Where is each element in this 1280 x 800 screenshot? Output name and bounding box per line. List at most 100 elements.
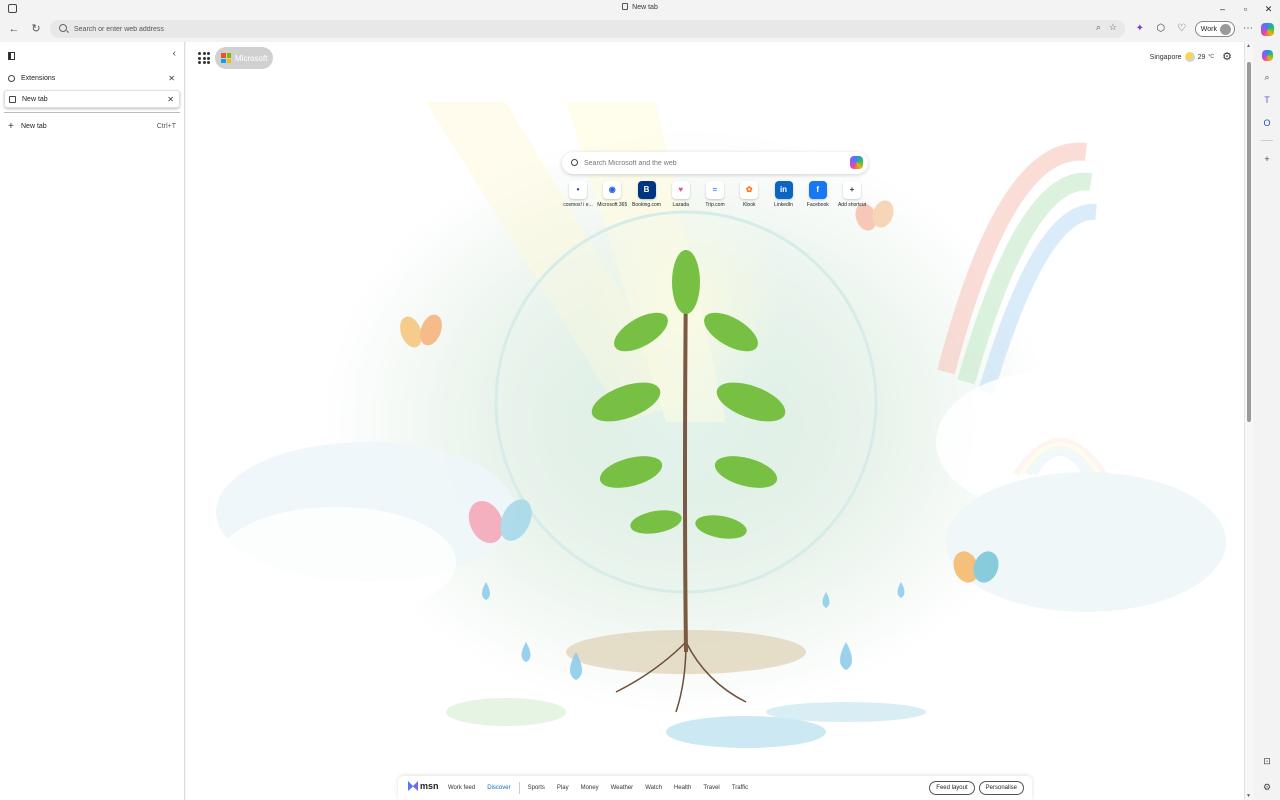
msn-nav-item[interactable]: Travel (697, 785, 725, 791)
close-window-button[interactable]: ✕ (1257, 0, 1280, 18)
scroll-up-arrow-icon[interactable]: ▲ (1246, 43, 1251, 49)
search-icon[interactable]: ⌕ (1260, 70, 1274, 84)
quick-link-tile[interactable]: B Booking.com (631, 181, 663, 208)
back-button[interactable]: ← (6, 21, 22, 37)
teams-icon[interactable]: T (1260, 93, 1274, 107)
feed-layout-button[interactable]: Feed layout (929, 781, 975, 795)
quick-link-label: Trip.com (705, 202, 725, 208)
restore-button[interactable]: ▫ (1234, 0, 1257, 18)
plus-icon: + (8, 121, 14, 132)
msn-nav-item[interactable]: Health (668, 785, 697, 791)
page-icon (9, 96, 16, 103)
window-controls: – ▫ ✕ (1211, 0, 1280, 18)
copilot-icon[interactable] (1261, 22, 1274, 36)
msn-logo[interactable]: msn (408, 781, 439, 791)
msn-nav-item[interactable]: Weather (605, 785, 640, 791)
web-search-input[interactable] (584, 156, 834, 170)
collapse-panel-icon[interactable]: ‹ (173, 48, 176, 59)
weather-widget[interactable]: Singapore 29 °C (1150, 52, 1214, 62)
extensions-icon[interactable]: ⬡ (1153, 21, 1169, 37)
scroll-down-arrow-icon[interactable]: ▼ (1246, 793, 1251, 799)
copilot-icon[interactable] (1260, 50, 1274, 64)
msn-butterfly-icon (408, 781, 418, 791)
extensions-icon (8, 75, 15, 82)
sidebar-tab-new-tab[interactable]: New tab ✕ (4, 90, 180, 108)
shortcut-hint: Ctrl+T (156, 123, 176, 130)
quick-link-label: Lazada (672, 202, 689, 208)
quick-link-icon: ◉ (603, 181, 622, 199)
sidebar-settings-gear-icon[interactable]: ⚙ (1260, 780, 1274, 794)
msn-nav-item[interactable]: Watch (639, 785, 668, 791)
quick-link-icon: + (843, 181, 861, 199)
vertical-tabs-panel: ‹ Extensions ✕ New tab ✕ + New tab Ctrl+… (0, 42, 185, 800)
title-bar: New tab – ▫ ✕ (0, 0, 1280, 18)
quick-link-tile[interactable]: + Add shortcut (836, 181, 868, 208)
quick-links: • cosmos! i e... ◉ Microsoft 365 B Booking.co… (562, 181, 868, 208)
quick-link-tile[interactable]: ≈ Trip.com (699, 181, 731, 208)
quick-link-icon: ✿ (740, 181, 759, 199)
msn-nav-item[interactable]: Play (551, 785, 575, 791)
more-menu-icon[interactable]: ⋯ (1240, 21, 1256, 37)
new-tab-button[interactable]: + New tab Ctrl+T (4, 119, 180, 135)
quick-link-icon: • (569, 181, 587, 199)
weather-icon (1184, 52, 1195, 62)
quick-link-icon: B (637, 181, 656, 199)
msn-nav-item[interactable]: Money (575, 785, 605, 791)
msn-nav-item[interactable]: Traffic (726, 785, 754, 791)
outlook-icon[interactable]: O (1260, 116, 1274, 130)
quick-link-label: Facebook (806, 202, 829, 208)
msn-nav-item[interactable]: Discover (481, 785, 516, 791)
divider (1261, 140, 1273, 141)
extension-puzzle-icon[interactable]: ✦ (1132, 21, 1148, 37)
minimize-button[interactable]: – (1211, 0, 1234, 18)
quick-link-label: cosmos! i e... (563, 202, 593, 208)
app-launcher-icon[interactable] (198, 52, 210, 64)
sidebar-header: ‹ (0, 42, 184, 68)
quick-link-tile[interactable]: ◉ Microsoft 365 (596, 181, 628, 208)
page-scrollbar[interactable]: ▲ ▼ (1244, 42, 1253, 800)
new-tab-page: Microsoft Singapore 29°C ⚙ • cosmos! i e.… (186, 42, 1244, 800)
quick-link-tile[interactable]: f Facebook (802, 181, 834, 208)
msn-nav-item[interactable]: Sports (522, 785, 551, 791)
page-icon (622, 3, 629, 10)
add-app-plus-icon[interactable]: + (1260, 152, 1274, 166)
quick-link-tile[interactable]: • cosmos! i e... (562, 181, 594, 208)
favorite-star-icon[interactable]: ☆ (1109, 22, 1117, 33)
quick-link-icon: ≈ (706, 181, 724, 199)
search-icon (59, 24, 67, 32)
copilot-icon[interactable] (850, 156, 863, 169)
scrollbar-thumb[interactable] (1247, 62, 1251, 422)
quick-link-icon: ♥ (671, 181, 690, 199)
msn-nav: Work feed Discover Sports Play Money Weather W… (442, 776, 754, 800)
browser-toolbar: ← ↻ ⌕ ☆ ✦ ⬡ ♡ Work ⋯ (0, 18, 1280, 40)
quick-link-tile[interactable]: in LinkedIn (768, 181, 800, 208)
profile-button[interactable]: Work (1194, 21, 1235, 37)
quick-link-icon: f (808, 181, 827, 199)
quick-link-label: Booking.com (632, 202, 661, 208)
msn-feed-bar: msn Work feed Discover Sports Play Money Weat… (398, 776, 1032, 800)
close-tab-icon[interactable]: ✕ (168, 70, 175, 88)
quick-link-label: Klook (742, 202, 756, 208)
zoom-icon[interactable]: ⌕ (1096, 22, 1101, 33)
browser-essentials-icon[interactable]: ♡ (1174, 21, 1190, 37)
quick-link-label: Microsoft 365 (597, 202, 628, 208)
microsoft-logo-icon (221, 53, 231, 63)
quick-link-tile[interactable]: ♥ Lazada (665, 181, 697, 208)
hide-sidebar-icon[interactable]: ⊡ (1260, 754, 1274, 768)
personalise-button[interactable]: Personalise (978, 781, 1024, 795)
quick-link-label: LinkedIn (774, 202, 793, 208)
microsoft-logo-button[interactable]: Microsoft (215, 47, 273, 69)
page-settings-gear-icon[interactable]: ⚙ (1222, 50, 1232, 63)
close-tab-icon[interactable]: ✕ (167, 91, 174, 109)
quick-link-tile[interactable]: ✿ Klook (733, 181, 765, 208)
edge-sidebar: ⌕ T O + ⊡ ⚙ (1254, 42, 1280, 800)
refresh-button[interactable]: ↻ (28, 21, 44, 37)
sidebar-tab-extensions[interactable]: Extensions ✕ (4, 70, 180, 88)
address-input[interactable] (74, 22, 1054, 36)
window-title: New tab (0, 3, 1280, 11)
tab-actions-icon[interactable] (8, 52, 15, 60)
address-bar[interactable]: ⌕ ☆ (50, 20, 1125, 38)
web-search-box[interactable] (562, 152, 868, 174)
msn-nav-item[interactable]: Work feed (442, 785, 481, 791)
quick-link-label: Add shortcut (837, 202, 867, 208)
